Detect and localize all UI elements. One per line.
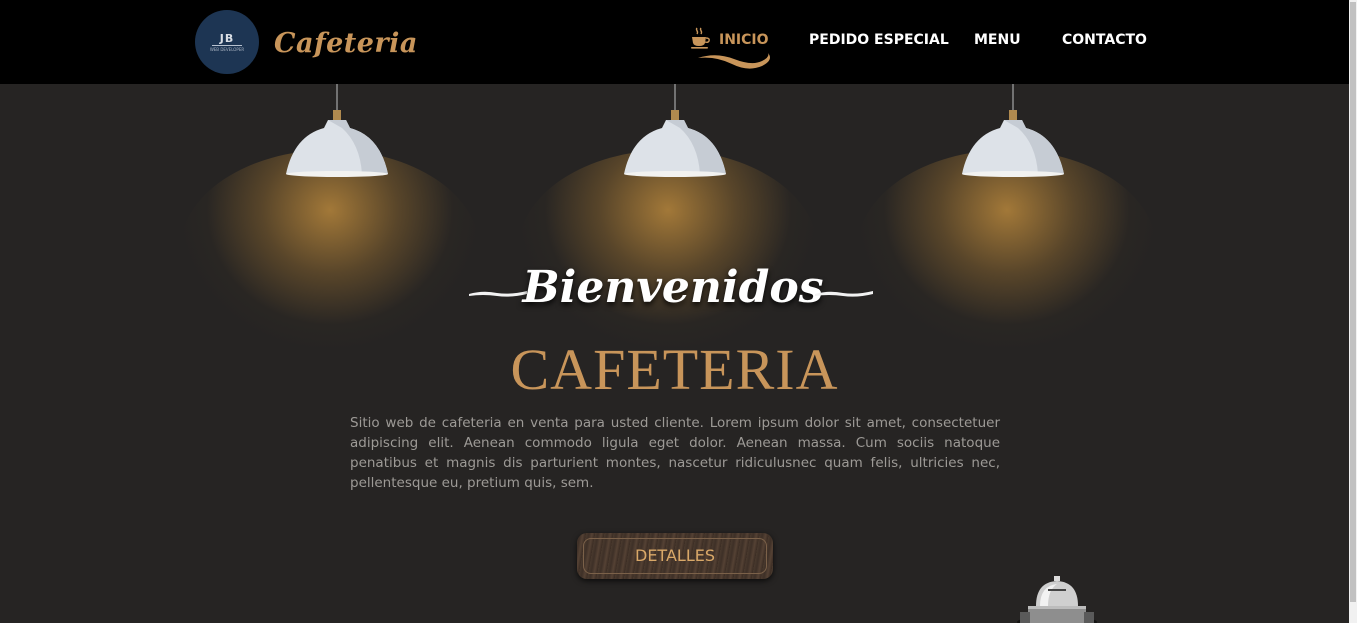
- nav-inicio[interactable]: INICIO: [719, 31, 769, 49]
- details-button[interactable]: DETALLES: [577, 533, 773, 579]
- pendant-lamp-icon: [962, 84, 1064, 177]
- lamp-light-glow: [518, 150, 818, 350]
- nav-menu[interactable]: MENU: [974, 31, 1021, 49]
- logo[interactable]: JB WEB DEVELOPER: [195, 10, 259, 74]
- pendant-lamp-icon: [624, 84, 726, 177]
- pendant-lamp-icon: [286, 84, 388, 177]
- navbar: JB WEB DEVELOPER Cafeteria INICIO PEDIDO…: [0, 0, 1357, 84]
- swash-underline-icon: [698, 53, 770, 69]
- scrollbar-thumb[interactable]: [1350, 2, 1356, 602]
- logo-subtitle: WEB DEVELOPER: [209, 47, 245, 52]
- logo-divider: [212, 45, 242, 46]
- nav-pedido-especial[interactable]: PEDIDO ESPECIAL: [809, 31, 949, 49]
- logo-initials: JB: [219, 32, 235, 45]
- lamp-light-glow: [180, 150, 480, 350]
- coffee-machine-icon: [1017, 576, 1097, 623]
- hero-description: Sitio web de cafeteria en venta para ust…: [350, 415, 1000, 491]
- brand-name[interactable]: Cafeteria: [274, 28, 418, 59]
- nav-contacto[interactable]: CONTACTO: [1062, 31, 1147, 49]
- page-scrollbar[interactable]: [1349, 0, 1357, 623]
- lamp-light-glow: [857, 150, 1157, 350]
- decorative-line-right-icon: [815, 291, 873, 297]
- welcome-heading: Bienvenidos: [522, 262, 824, 313]
- details-button-label: DETALLES: [635, 546, 715, 565]
- coffee-cup-icon: [691, 27, 710, 49]
- hero-title: CAFETERIA: [510, 337, 839, 402]
